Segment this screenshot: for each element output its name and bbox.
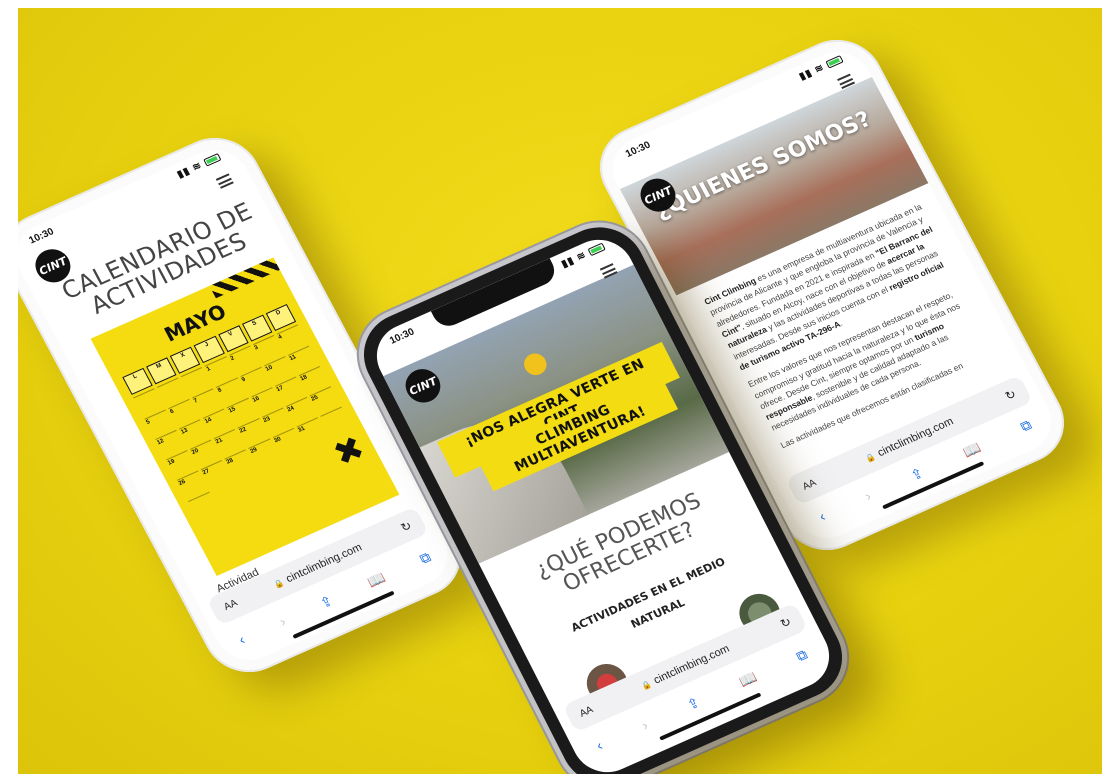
tabs-icon[interactable]: ⧉: [416, 548, 433, 567]
back-icon[interactable]: ‹: [593, 737, 605, 753]
share-icon[interactable]: ⇪: [317, 592, 336, 612]
reload-icon[interactable]: ↻: [778, 614, 794, 631]
climber-helmet: [520, 350, 551, 379]
text-size-button[interactable]: AA: [578, 704, 595, 719]
status-time: 10:30: [623, 139, 653, 160]
share-icon[interactable]: ⇪: [908, 464, 927, 484]
status-time: 10:30: [387, 326, 417, 347]
calendar-day: [188, 491, 219, 519]
text-size-button[interactable]: AA: [222, 597, 239, 612]
back-icon[interactable]: ‹: [816, 508, 828, 524]
reload-icon[interactable]: ↻: [1003, 387, 1019, 403]
yellow-backdrop: 10:30 ▮▮ ≋ CINT CALENDARIO DE ACTIVIDADE…: [18, 8, 1102, 774]
forward-icon[interactable]: ›: [862, 488, 874, 504]
bookmarks-icon[interactable]: 📖: [736, 668, 760, 690]
battery-icon: [587, 242, 606, 257]
calendar-poster[interactable]: MAYO L M X J V S D 1 2 3 4 5 6 7 8 9 10 11 12 13 14 15 16 17 18 1…: [90, 257, 400, 576]
tabs-icon[interactable]: ⧉: [793, 645, 810, 664]
tabs-icon[interactable]: ⧉: [1017, 416, 1034, 435]
bookmarks-icon[interactable]: 📖: [960, 438, 984, 460]
reload-icon[interactable]: ↻: [398, 518, 414, 534]
lock-icon: 🔒: [272, 577, 286, 590]
lock-icon: 🔒: [863, 451, 877, 464]
share-icon[interactable]: ⇪: [684, 693, 702, 713]
hamburger-menu-icon[interactable]: [215, 173, 234, 189]
forward-icon[interactable]: ›: [639, 717, 651, 733]
bookmarks-icon[interactable]: 📖: [364, 568, 388, 590]
status-time: 10:30: [27, 226, 56, 247]
lock-icon: 🔒: [639, 678, 653, 691]
signal-wifi-battery-icons: ▮▮ ≋: [560, 242, 607, 270]
back-icon[interactable]: ‹: [236, 631, 248, 647]
forward-icon[interactable]: ›: [276, 613, 288, 629]
battery-icon: [203, 153, 222, 167]
battery-icon: [825, 55, 844, 69]
text-size-button[interactable]: AA: [801, 477, 818, 492]
signal-wifi-battery-icons: ▮▮ ≋: [175, 152, 222, 181]
